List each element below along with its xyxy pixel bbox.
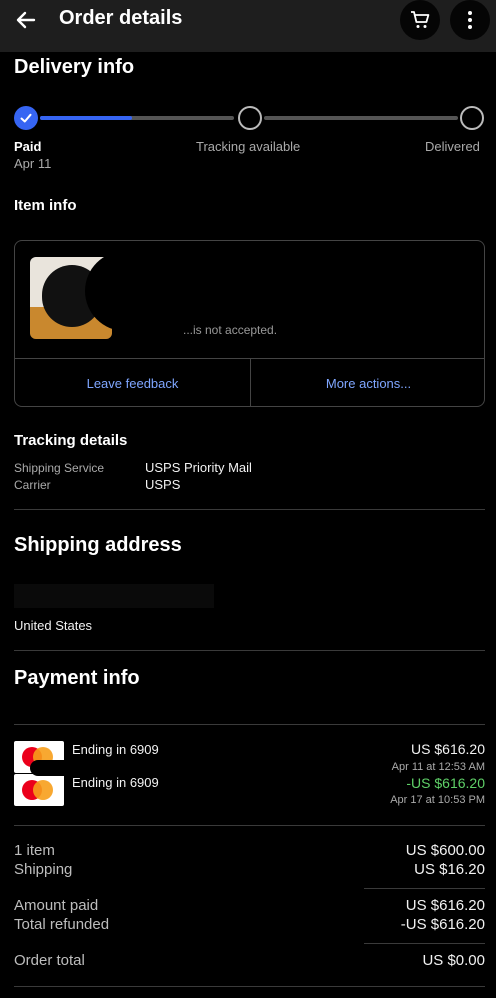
redacted-address	[14, 584, 214, 608]
back-arrow-icon[interactable]	[12, 6, 40, 34]
item-card: ...is not accepted. Leave feedback More …	[14, 240, 485, 407]
shipping-address-heading: Shipping address	[14, 534, 182, 556]
section-divider	[14, 825, 485, 826]
redacted-item-title	[85, 251, 345, 331]
summary-divider	[364, 943, 485, 944]
shipping-service-key: Shipping Service	[14, 461, 105, 475]
step-delivered-label: Delivered	[425, 139, 480, 154]
checkmark-icon	[20, 113, 32, 123]
payment-amount: US $616.20	[411, 741, 485, 757]
top-app-bar: Order details	[0, 0, 496, 52]
carrier-value: USPS	[145, 477, 181, 492]
mastercard-icon	[14, 774, 64, 806]
more-options-button[interactable]	[450, 0, 490, 40]
amount-paid-value: US $616.20	[405, 897, 485, 914]
more-vertical-icon	[468, 11, 472, 29]
section-divider	[14, 650, 485, 651]
shipping-label: Shipping	[14, 861, 73, 878]
cart-button[interactable]	[400, 0, 440, 40]
delivery-info-heading: Delivery info	[14, 56, 135, 78]
step-tracking-circle	[238, 106, 262, 130]
cart-icon	[411, 11, 430, 28]
order-total-label: Order total	[14, 952, 85, 969]
section-divider	[14, 986, 485, 987]
items-count-label: 1 item	[14, 842, 55, 859]
section-divider	[14, 509, 485, 510]
order-total-value: US $0.00	[422, 952, 485, 969]
leave-feedback-button[interactable]: Leave feedback	[15, 359, 250, 406]
payment-info-heading: Payment info	[14, 667, 140, 689]
step-delivered-circle	[460, 106, 484, 130]
summary-divider	[364, 888, 485, 889]
progress-track-2	[264, 116, 458, 120]
payment-method-label: Ending in 6909	[72, 742, 159, 757]
amount-paid-label: Amount paid	[14, 897, 99, 914]
shipping-service-value: USPS Priority Mail	[145, 460, 252, 475]
refund-amount: -US $616.20	[406, 775, 485, 791]
progress-fill	[40, 116, 132, 120]
refund-method-label: Ending in 6909	[72, 775, 159, 790]
section-divider	[14, 724, 485, 725]
step-paid-label: Paid	[14, 139, 42, 154]
total-refunded-value: -US $616.20	[400, 916, 485, 933]
carrier-key: Carrier	[14, 478, 51, 492]
refund-date: Apr 17 at 10:53 PM	[390, 794, 485, 806]
page-title: Order details	[59, 7, 183, 29]
total-refunded-label: Total refunded	[14, 916, 110, 933]
redacted-payment-name	[30, 760, 150, 776]
tracking-details-heading: Tracking details	[14, 432, 128, 449]
step-paid-date: Apr 11	[14, 156, 52, 171]
shipping-cost: US $16.20	[414, 861, 485, 878]
item-info-heading: Item info	[14, 197, 77, 214]
step-tracking-label: Tracking available	[196, 139, 301, 154]
step-paid-check	[14, 106, 38, 130]
item-return-note: ...is not accepted.	[183, 323, 278, 337]
payment-date: Apr 11 at 12:53 AM	[391, 761, 485, 773]
more-actions-button[interactable]: More actions...	[251, 359, 484, 406]
items-subtotal: US $600.00	[405, 842, 485, 859]
address-country: United States	[14, 618, 93, 633]
